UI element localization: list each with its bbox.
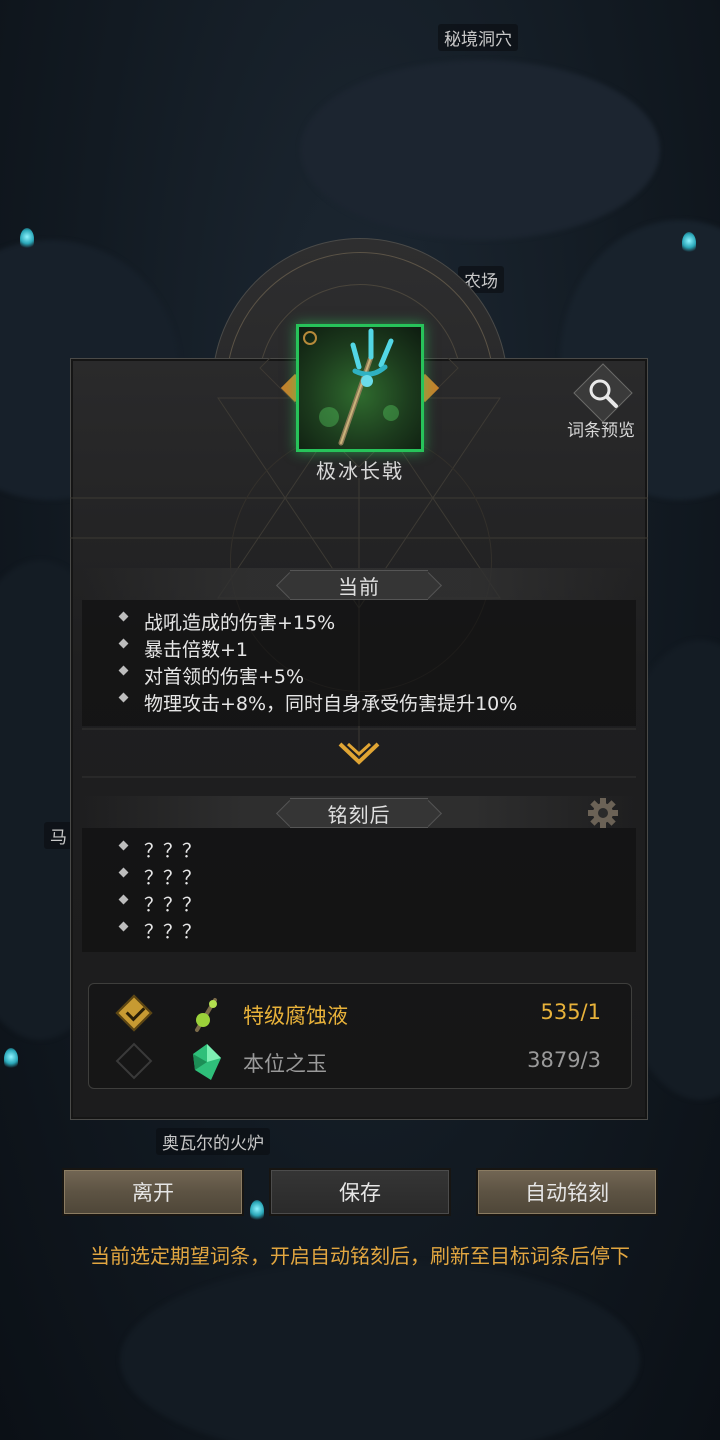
torch-light	[682, 232, 696, 254]
map-terrain	[120, 1260, 640, 1440]
material-checkbox[interactable]	[115, 1042, 153, 1080]
current-stat-line: 暴击倍数+1	[144, 639, 249, 661]
material-name: 特级腐蚀液	[243, 1004, 348, 1028]
material-name: 本位之玉	[243, 1052, 327, 1076]
item-icon-frame[interactable]	[296, 324, 424, 452]
after-stat-line: ？？？	[144, 840, 202, 862]
current-stats-box: 战吼造成的伤害+15% 暴击倍数+1 对首领的伤害+5% 物理攻击+8%，同时自…	[82, 600, 636, 726]
current-section-header: 当前	[82, 568, 636, 600]
after-stat-line: ？？？	[144, 921, 202, 943]
auto-inscribe-button[interactable]: 自动铭刻	[476, 1168, 658, 1216]
jade-crystal-icon	[193, 1044, 221, 1080]
auto-inscribe-hint: 当前选定期望词条，开启自动铭刻后，刷新至目标词条后停下	[90, 1244, 630, 1268]
map-label-partial: 马	[44, 822, 73, 849]
torch-light	[250, 1200, 264, 1222]
material-row[interactable]: 特级腐蚀液 535/1	[89, 992, 633, 1040]
map-label-forge[interactable]: 奥瓦尔的火炉	[156, 1128, 270, 1155]
current-stat-line: 对首领的伤害+5%	[144, 666, 305, 688]
torch-light	[20, 228, 34, 250]
gear-icon[interactable]	[586, 796, 620, 830]
material-count: 535/1	[540, 1000, 601, 1024]
materials-box: 特级腐蚀液 535/1 本位之玉 3879/3	[88, 983, 632, 1089]
after-stat-line: ？？？	[144, 894, 202, 916]
after-section-header: 铭刻后	[82, 796, 636, 828]
corrosive-liquid-icon	[195, 998, 217, 1032]
current-stat-line: 物理攻击+8%，同时自身承受伤害提升10%	[144, 693, 518, 715]
after-section-title: 铭刻后	[327, 803, 391, 827]
affix-preview-button[interactable]: 词条预览	[560, 363, 642, 442]
preview-label: 词条预览	[567, 421, 635, 441]
current-stat-line: 战吼造成的伤害+15%	[144, 612, 336, 634]
after-stat-line: ？？？	[144, 867, 202, 889]
save-button[interactable]: 保存	[269, 1168, 451, 1216]
torch-light	[4, 1048, 18, 1070]
map-terrain	[300, 60, 660, 240]
material-count: 3879/3	[527, 1048, 601, 1072]
material-row[interactable]: 本位之玉 3879/3	[89, 1040, 633, 1088]
current-section-title: 当前	[338, 575, 380, 599]
chevron-down-icon	[82, 728, 636, 778]
magnifier-icon	[589, 379, 618, 408]
leave-button[interactable]: 离开	[62, 1168, 244, 1216]
after-stats-box: ？？？ ？？？ ？？？ ？？？	[82, 828, 636, 952]
trident-icon	[319, 328, 399, 446]
item-name: 极冰长戟	[316, 459, 404, 483]
map-label-secret-cave[interactable]: 秘境洞穴	[438, 24, 518, 51]
